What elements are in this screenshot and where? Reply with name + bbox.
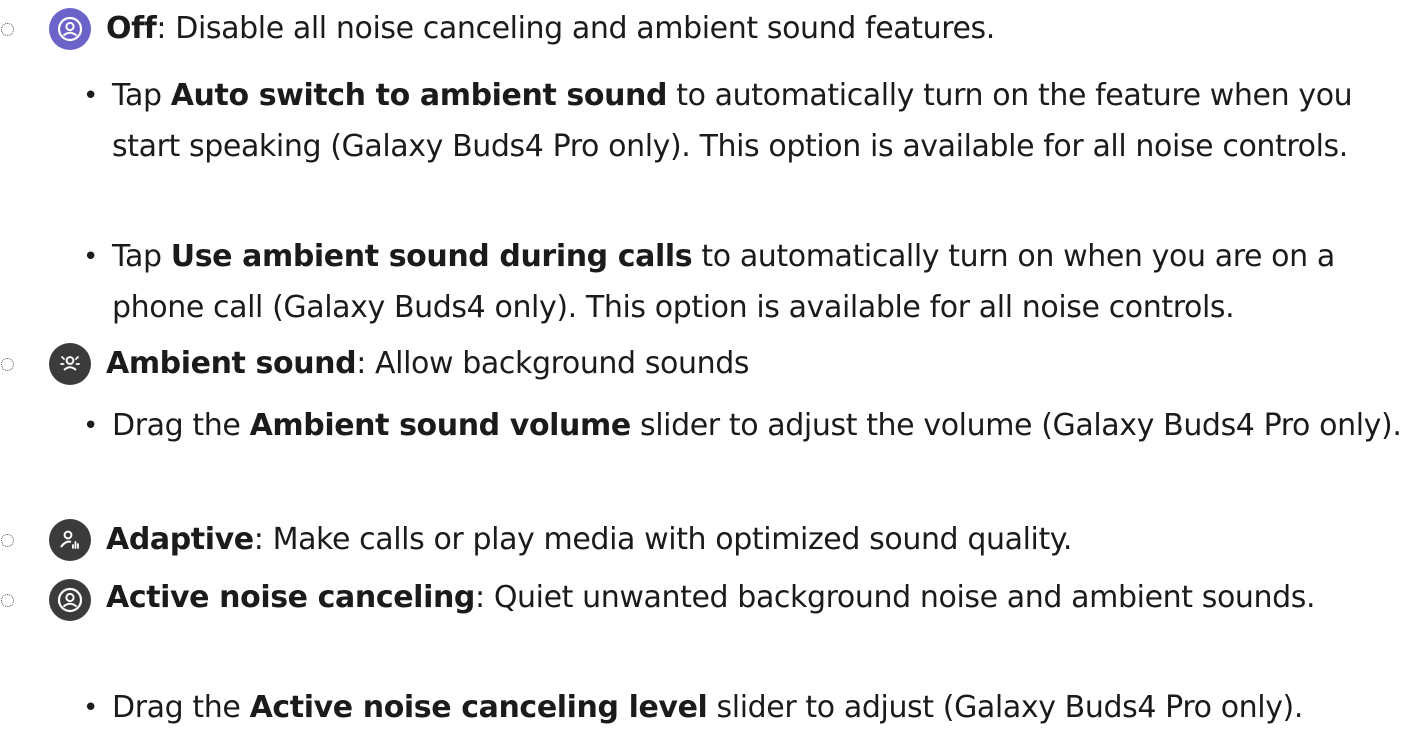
list-item-adaptive: Adaptive: Make calls or play media with …: [0, 511, 1425, 569]
sub-item-text: Drag the Ambient sound volume slider to …: [112, 408, 1402, 443]
sub-bullet: •: [83, 242, 98, 272]
noise-controls-list: Off: Disable all noise canceling and amb…: [0, 0, 1425, 732]
sub-item-text: Drag the Active noise canceling level sl…: [112, 690, 1304, 725]
sub-bullet: •: [83, 411, 98, 441]
sub-bullet: •: [83, 693, 98, 723]
list-bullet: [1, 358, 14, 371]
option-name: Auto switch to ambient sound: [170, 78, 668, 113]
option-name: Active noise canceling level: [249, 690, 708, 725]
sub-item: • Drag the Ambient sound volume slider t…: [83, 400, 1408, 502]
option-name: Ambient sound volume: [249, 408, 632, 443]
sub-item: • Tap Auto switch to ambient sound to au…: [83, 70, 1408, 185]
ambient-person-icon: [49, 343, 91, 385]
item-description: : Quiet unwanted background noise and am…: [474, 580, 1316, 615]
sub-item: • Drag the Active noise canceling level …: [83, 682, 1408, 732]
adaptive-sound-icon: [49, 519, 91, 561]
person-icon: [49, 8, 91, 50]
sub-item: • Tap Use ambient sound during calls to …: [83, 231, 1408, 333]
item-title: Off: [106, 11, 157, 46]
item-title: Active noise canceling: [106, 580, 475, 615]
item-description: : Allow background sounds: [356, 346, 750, 381]
sub-bullet: •: [83, 81, 98, 111]
list-bullet: [1, 594, 14, 607]
option-name: Use ambient sound during calls: [170, 239, 693, 274]
list-item-text: Ambient sound: Allow background sounds: [106, 335, 750, 393]
sub-item-text: Tap Use ambient sound during calls to au…: [112, 239, 1335, 325]
list-item-off: Off: Disable all noise canceling and amb…: [0, 0, 1425, 58]
item-title: Adaptive: [106, 522, 254, 557]
list-item-text: Active noise canceling: Quiet unwanted b…: [106, 571, 1406, 625]
list-item-active-noise-canceling: Active noise canceling: Quiet unwanted b…: [0, 571, 1425, 675]
list-bullet: [1, 534, 14, 547]
item-description: : Make calls or play media with optimize…: [253, 522, 1073, 557]
noise-cancel-person-icon: [49, 579, 91, 621]
list-item-text: Off: Disable all noise canceling and amb…: [106, 0, 995, 58]
list-item-text: Adaptive: Make calls or play media with …: [106, 511, 1072, 569]
item-title: Ambient sound: [106, 346, 357, 381]
list-bullet: [1, 23, 14, 36]
list-item-ambient-sound: Ambient sound: Allow background sounds: [0, 335, 1425, 393]
sub-item-text: Tap Auto switch to ambient sound to auto…: [112, 78, 1353, 164]
item-description: : Disable all noise canceling and ambien…: [156, 11, 995, 46]
